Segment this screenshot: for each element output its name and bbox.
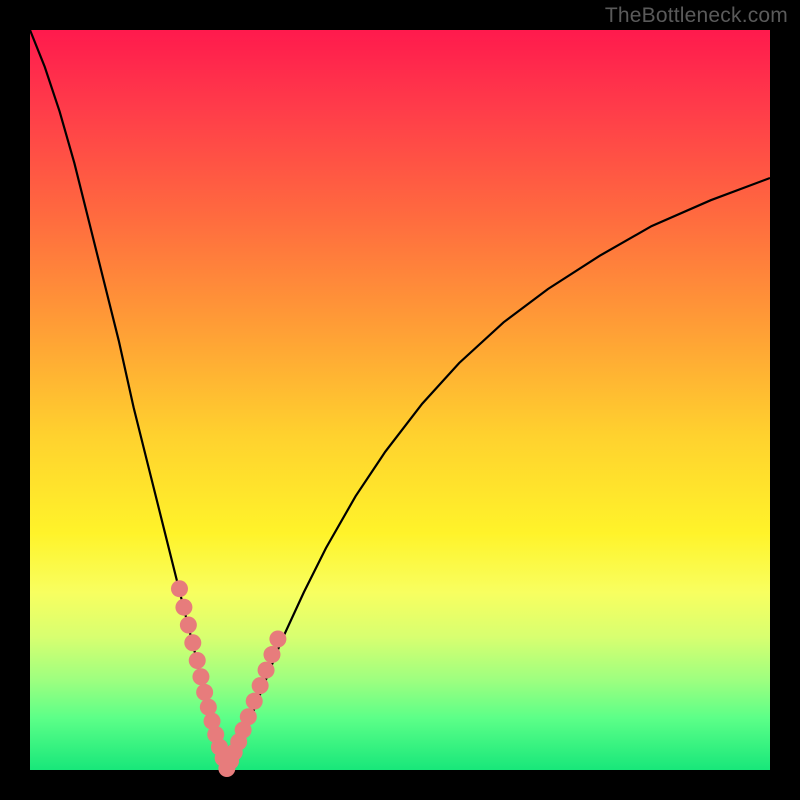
data-point [240, 708, 257, 725]
data-point [263, 646, 280, 663]
data-point [192, 668, 209, 685]
data-point [184, 634, 201, 651]
data-point [180, 616, 197, 633]
right-curve [227, 178, 770, 770]
data-point [196, 684, 213, 701]
bottleneck-curve-chart [30, 30, 770, 770]
data-point [175, 599, 192, 616]
data-point [171, 580, 188, 597]
data-point [189, 652, 206, 669]
data-point [269, 631, 286, 648]
marker-cluster [171, 580, 286, 777]
data-point [258, 662, 275, 679]
data-point [246, 693, 263, 710]
watermark-text: TheBottleneck.com [605, 4, 788, 28]
data-point [252, 677, 269, 694]
